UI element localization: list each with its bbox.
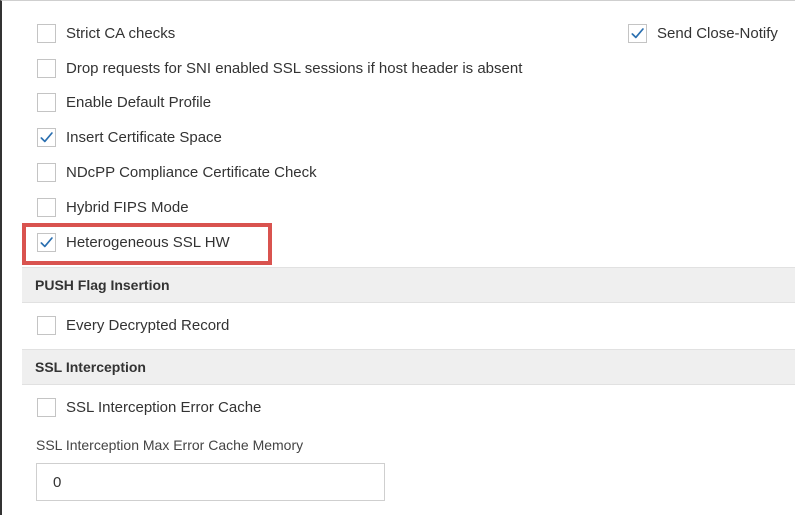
ssl-interception-section-title: SSL Interception: [35, 359, 146, 375]
insert-certificate-space-label: Insert Certificate Space: [66, 129, 222, 146]
insert-certificate-space-option[interactable]: Insert Certificate Space: [37, 128, 222, 147]
max-error-cache-memory-label: SSL Interception Max Error Cache Memory: [36, 437, 304, 453]
send-close-notify-checkbox[interactable]: [628, 24, 647, 43]
push-flag-section-title: PUSH Flag Insertion: [35, 277, 170, 293]
ssl-interception-error-cache-option[interactable]: SSL Interception Error Cache: [37, 398, 261, 417]
strict-ca-checks-checkbox[interactable]: [37, 24, 56, 43]
hybrid-fips-mode-label: Hybrid FIPS Mode: [66, 199, 189, 216]
every-decrypted-record-option[interactable]: Every Decrypted Record: [37, 316, 229, 335]
hybrid-fips-mode-checkbox[interactable]: [37, 198, 56, 217]
checkmark-icon: [40, 237, 53, 248]
ssl-interception-section-header: SSL Interception: [22, 349, 795, 385]
ndcpp-compliance-option[interactable]: NDcPP Compliance Certificate Check: [37, 163, 317, 182]
send-close-notify-option[interactable]: Send Close-Notify: [628, 24, 778, 43]
ssl-interception-error-cache-label: SSL Interception Error Cache: [66, 399, 262, 416]
enable-default-profile-label: Enable Default Profile: [66, 94, 212, 111]
hybrid-fips-mode-option[interactable]: Hybrid FIPS Mode: [37, 198, 189, 217]
ndcpp-compliance-label: NDcPP Compliance Certificate Check: [66, 164, 317, 181]
insert-certificate-space-checkbox[interactable]: [37, 128, 56, 147]
drop-sni-requests-label: Drop requests for SNI enabled SSL sessio…: [66, 60, 523, 77]
every-decrypted-record-checkbox[interactable]: [37, 316, 56, 335]
heterogeneous-ssl-hw-checkbox[interactable]: [37, 233, 56, 252]
ssl-interception-error-cache-checkbox[interactable]: [37, 398, 56, 417]
checkmark-icon: [631, 28, 644, 39]
drop-sni-requests-checkbox[interactable]: [37, 59, 56, 78]
drop-sni-requests-option[interactable]: Drop requests for SNI enabled SSL sessio…: [37, 59, 522, 78]
every-decrypted-record-label: Every Decrypted Record: [66, 317, 230, 334]
strict-ca-checks-label: Strict CA checks: [66, 25, 176, 42]
ndcpp-compliance-checkbox[interactable]: [37, 163, 56, 182]
enable-default-profile-option[interactable]: Enable Default Profile: [37, 93, 211, 112]
enable-default-profile-checkbox[interactable]: [37, 93, 56, 112]
checkmark-icon: [40, 132, 53, 143]
heterogeneous-ssl-hw-option[interactable]: Heterogeneous SSL HW: [37, 233, 230, 252]
max-error-cache-memory-input[interactable]: [36, 463, 385, 501]
strict-ca-checks-option[interactable]: Strict CA checks: [37, 24, 175, 43]
send-close-notify-label: Send Close-Notify: [657, 25, 778, 42]
push-flag-section-header: PUSH Flag Insertion: [22, 267, 795, 303]
heterogeneous-ssl-hw-label: Heterogeneous SSL HW: [66, 234, 230, 251]
